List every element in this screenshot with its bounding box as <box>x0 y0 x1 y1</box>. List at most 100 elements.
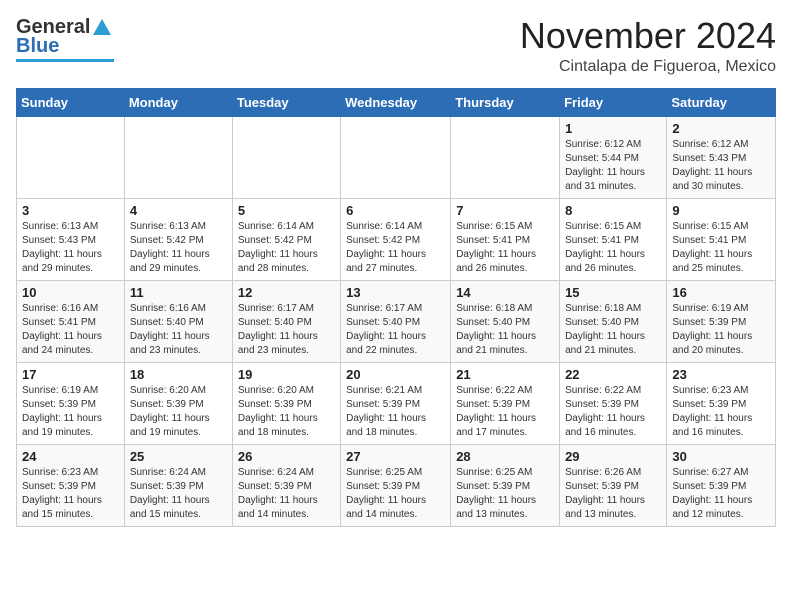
day-number: 26 <box>238 449 335 464</box>
calendar-cell: 11 Sunrise: 6:16 AM Sunset: 5:40 PM Dayli… <box>124 280 232 362</box>
calendar-cell <box>341 116 451 198</box>
day-number: 1 <box>565 121 661 136</box>
calendar-cell: 19 Sunrise: 6:20 AM Sunset: 5:39 PM Dayli… <box>232 362 340 444</box>
calendar-cell: 18 Sunrise: 6:20 AM Sunset: 5:39 PM Dayli… <box>124 362 232 444</box>
calendar-cell: 14 Sunrise: 6:18 AM Sunset: 5:40 PM Dayli… <box>451 280 560 362</box>
month-title: November 2024 <box>520 16 776 56</box>
calendar-cell <box>451 116 560 198</box>
calendar-cell: 8 Sunrise: 6:15 AM Sunset: 5:41 PM Daylig… <box>560 198 667 280</box>
calendar-cell: 30Sunrise: 6:27 AM Sunset: 5:39 PM Dayli… <box>667 444 776 526</box>
logo: General Blue <box>16 16 114 62</box>
day-info: Sunrise: 6:23 AM Sunset: 5:39 PM Dayligh… <box>672 384 770 440</box>
day-number: 20 <box>346 367 445 382</box>
day-info: Sunrise: 6:22 AM Sunset: 5:39 PM Dayligh… <box>456 384 554 440</box>
day-info: Sunrise: 6:27 AM Sunset: 5:39 PM Dayligh… <box>672 466 770 522</box>
day-info: Sunrise: 6:18 AM Sunset: 5:40 PM Dayligh… <box>456 302 554 358</box>
day-info: Sunrise: 6:20 AM Sunset: 5:39 PM Dayligh… <box>130 384 227 440</box>
day-info: Sunrise: 6:18 AM Sunset: 5:40 PM Dayligh… <box>565 302 661 358</box>
day-number: 6 <box>346 203 445 218</box>
day-info: Sunrise: 6:15 AM Sunset: 5:41 PM Dayligh… <box>456 220 554 276</box>
day-info: Sunrise: 6:19 AM Sunset: 5:39 PM Dayligh… <box>22 384 119 440</box>
day-info: Sunrise: 6:16 AM Sunset: 5:40 PM Dayligh… <box>130 302 227 358</box>
day-info: Sunrise: 6:23 AM Sunset: 5:39 PM Dayligh… <box>22 466 119 522</box>
location-title: Cintalapa de Figueroa, Mexico <box>520 58 776 76</box>
week-row-2: 3Sunrise: 6:13 AM Sunset: 5:43 PM Daylig… <box>17 198 776 280</box>
day-info: Sunrise: 6:17 AM Sunset: 5:40 PM Dayligh… <box>238 302 335 358</box>
weekday-header-row: SundayMondayTuesdayWednesdayThursdayFrid… <box>17 88 776 116</box>
calendar-cell: 20 Sunrise: 6:21 AM Sunset: 5:39 PM Dayli… <box>341 362 451 444</box>
week-row-1: 1Sunrise: 6:12 AM Sunset: 5:44 PM Daylig… <box>17 116 776 198</box>
day-info: Sunrise: 6:21 AM Sunset: 5:39 PM Dayligh… <box>346 384 445 440</box>
weekday-header-wednesday: Wednesday <box>341 88 451 116</box>
day-info: Sunrise: 6:24 AM Sunset: 5:39 PM Dayligh… <box>238 466 335 522</box>
weekday-header-thursday: Thursday <box>451 88 560 116</box>
day-number: 28 <box>456 449 554 464</box>
calendar-cell: 4 Sunrise: 6:13 AM Sunset: 5:42 PM Daylig… <box>124 198 232 280</box>
day-number: 3 <box>22 203 119 218</box>
calendar-cell: 21 Sunrise: 6:22 AM Sunset: 5:39 PM Dayli… <box>451 362 560 444</box>
day-info: Sunrise: 6:14 AM Sunset: 5:42 PM Dayligh… <box>346 220 445 276</box>
calendar-cell: 27 Sunrise: 6:25 AM Sunset: 5:39 PM Dayli… <box>341 444 451 526</box>
day-info: Sunrise: 6:19 AM Sunset: 5:39 PM Dayligh… <box>672 302 770 358</box>
day-number: 19 <box>238 367 335 382</box>
calendar-cell: 17 Sunrise: 6:19 AM Sunset: 5:39 PM Dayli… <box>17 362 125 444</box>
day-info: Sunrise: 6:25 AM Sunset: 5:39 PM Dayligh… <box>456 466 554 522</box>
day-number: 24 <box>22 449 119 464</box>
calendar-table: SundayMondayTuesdayWednesdayThursdayFrid… <box>16 88 776 527</box>
day-info: Sunrise: 6:16 AM Sunset: 5:41 PM Dayligh… <box>22 302 119 358</box>
day-number: 7 <box>456 203 554 218</box>
day-info: Sunrise: 6:20 AM Sunset: 5:39 PM Dayligh… <box>238 384 335 440</box>
week-row-3: 10 Sunrise: 6:16 AM Sunset: 5:41 PM Dayli… <box>17 280 776 362</box>
calendar-cell: 10 Sunrise: 6:16 AM Sunset: 5:41 PM Dayli… <box>17 280 125 362</box>
day-number: 25 <box>130 449 227 464</box>
calendar-cell: 12 Sunrise: 6:17 AM Sunset: 5:40 PM Dayli… <box>232 280 340 362</box>
day-number: 12 <box>238 285 335 300</box>
calendar-cell: 26 Sunrise: 6:24 AM Sunset: 5:39 PM Dayli… <box>232 444 340 526</box>
calendar-cell: 5Sunrise: 6:14 AM Sunset: 5:42 PM Daylig… <box>232 198 340 280</box>
day-info: Sunrise: 6:26 AM Sunset: 5:39 PM Dayligh… <box>565 466 661 522</box>
day-number: 9 <box>672 203 770 218</box>
calendar-cell: 28 Sunrise: 6:25 AM Sunset: 5:39 PM Dayli… <box>451 444 560 526</box>
day-number: 27 <box>346 449 445 464</box>
calendar-cell: 23 Sunrise: 6:23 AM Sunset: 5:39 PM Dayli… <box>667 362 776 444</box>
calendar-cell <box>232 116 340 198</box>
day-number: 23 <box>672 367 770 382</box>
day-number: 16 <box>672 285 770 300</box>
day-number: 17 <box>22 367 119 382</box>
day-number: 22 <box>565 367 661 382</box>
header: General Blue November 2024 Cintalapa de … <box>16 16 776 76</box>
day-number: 13 <box>346 285 445 300</box>
day-number: 21 <box>456 367 554 382</box>
calendar-cell: 9 Sunrise: 6:15 AM Sunset: 5:41 PM Daylig… <box>667 198 776 280</box>
day-number: 5 <box>238 203 335 218</box>
week-row-5: 24 Sunrise: 6:23 AM Sunset: 5:39 PM Dayli… <box>17 444 776 526</box>
calendar-cell: 3Sunrise: 6:13 AM Sunset: 5:43 PM Daylig… <box>17 198 125 280</box>
day-number: 29 <box>565 449 661 464</box>
calendar-cell: 22Sunrise: 6:22 AM Sunset: 5:39 PM Dayli… <box>560 362 667 444</box>
day-info: Sunrise: 6:13 AM Sunset: 5:42 PM Dayligh… <box>130 220 227 276</box>
day-number: 14 <box>456 285 554 300</box>
logo-blue: Blue <box>16 35 59 57</box>
calendar-cell: 29 Sunrise: 6:26 AM Sunset: 5:39 PM Dayli… <box>560 444 667 526</box>
day-number: 4 <box>130 203 227 218</box>
weekday-header-monday: Monday <box>124 88 232 116</box>
day-number: 2 <box>672 121 770 136</box>
calendar-cell: 7 Sunrise: 6:15 AM Sunset: 5:41 PM Daylig… <box>451 198 560 280</box>
calendar-cell <box>17 116 125 198</box>
day-info: Sunrise: 6:12 AM Sunset: 5:43 PM Dayligh… <box>672 138 770 194</box>
calendar-cell: 15 Sunrise: 6:18 AM Sunset: 5:40 PM Dayli… <box>560 280 667 362</box>
calendar-cell: 6 Sunrise: 6:14 AM Sunset: 5:42 PM Daylig… <box>341 198 451 280</box>
day-number: 8 <box>565 203 661 218</box>
day-number: 18 <box>130 367 227 382</box>
day-info: Sunrise: 6:15 AM Sunset: 5:41 PM Dayligh… <box>565 220 661 276</box>
calendar-cell: 25Sunrise: 6:24 AM Sunset: 5:39 PM Dayli… <box>124 444 232 526</box>
calendar-cell: 2 Sunrise: 6:12 AM Sunset: 5:43 PM Daylig… <box>667 116 776 198</box>
day-number: 11 <box>130 285 227 300</box>
day-number: 15 <box>565 285 661 300</box>
day-info: Sunrise: 6:25 AM Sunset: 5:39 PM Dayligh… <box>346 466 445 522</box>
logo-icon <box>91 17 113 39</box>
day-number: 10 <box>22 285 119 300</box>
day-info: Sunrise: 6:15 AM Sunset: 5:41 PM Dayligh… <box>672 220 770 276</box>
title-area: November 2024 Cintalapa de Figueroa, Mex… <box>520 16 776 76</box>
weekday-header-saturday: Saturday <box>667 88 776 116</box>
